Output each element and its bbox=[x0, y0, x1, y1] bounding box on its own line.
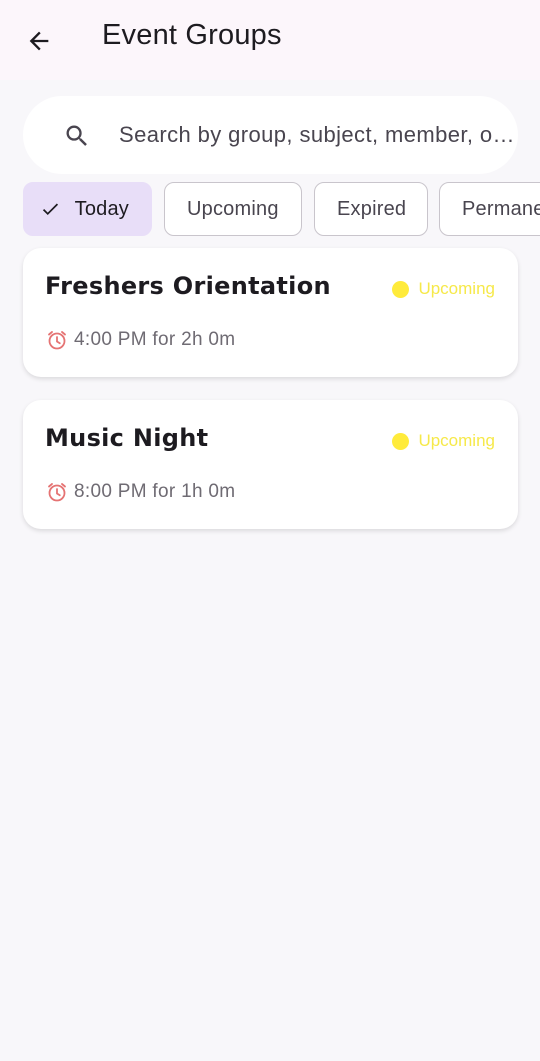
status-dot-icon bbox=[392, 280, 410, 298]
chip-label: Today bbox=[74, 197, 129, 220]
time-label: 4:00 PM for 2h 0m bbox=[74, 329, 236, 350]
status-label: Upcoming bbox=[418, 279, 495, 298]
chip-expired[interactable]: Expired bbox=[314, 182, 428, 236]
event-group-card[interactable]: Freshers Orientation Upcoming 4:00 PM fo… bbox=[23, 248, 518, 377]
alarm-clock-icon bbox=[48, 483, 66, 502]
filter-chips: Today Upcoming Expired Permane bbox=[23, 182, 540, 236]
chip-upcoming[interactable]: Upcoming bbox=[164, 182, 302, 236]
chip-label: Permane bbox=[462, 197, 540, 220]
status-dot-icon bbox=[392, 432, 410, 450]
chip-today[interactable]: Today bbox=[23, 182, 152, 236]
status-label: Upcoming bbox=[418, 431, 495, 450]
status-badge: Upcoming bbox=[392, 279, 495, 299]
chip-permanent[interactable]: Permane bbox=[439, 182, 540, 236]
search-input[interactable] bbox=[119, 114, 519, 156]
group-name: Freshers Orientation bbox=[45, 272, 331, 300]
group-name: Music Night bbox=[45, 424, 209, 452]
search-bar[interactable] bbox=[23, 96, 519, 174]
search-icon bbox=[66, 125, 87, 146]
page-title: Event Groups bbox=[102, 19, 282, 51]
chip-label: Upcoming bbox=[187, 197, 279, 220]
back-button[interactable] bbox=[18, 20, 60, 62]
event-group-card[interactable]: Music Night Upcoming 8:00 PM for 1h 0m bbox=[23, 400, 518, 529]
alarm-clock-icon bbox=[48, 331, 66, 350]
app-bar: Event Groups bbox=[0, 0, 540, 80]
time-label: 8:00 PM for 1h 0m bbox=[74, 481, 236, 502]
check-icon bbox=[42, 203, 59, 216]
status-badge: Upcoming bbox=[392, 431, 495, 451]
group-time: 8:00 PM for 1h 0m bbox=[45, 480, 235, 504]
arrow-left-icon bbox=[29, 31, 49, 51]
group-time: 4:00 PM for 2h 0m bbox=[45, 328, 235, 352]
chip-label: Expired bbox=[337, 197, 407, 220]
